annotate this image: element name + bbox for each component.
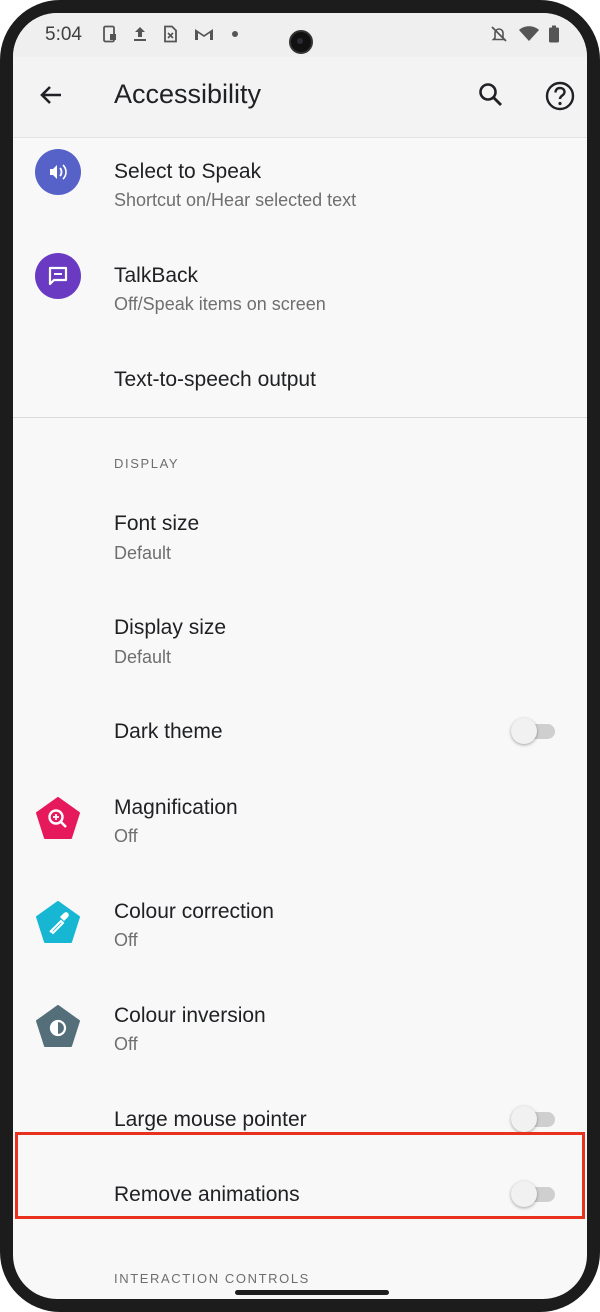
upload-icon: [134, 27, 146, 41]
large-mouse-pointer-toggle[interactable]: [511, 1105, 557, 1133]
back-arrow-icon[interactable]: [35, 79, 67, 111]
battery-icon: [549, 25, 559, 43]
item-title: Colour correction: [114, 900, 274, 923]
front-camera: [289, 30, 313, 54]
select-to-speak-item[interactable]: Select to Speak Shortcut on/Hear selecte…: [13, 138, 587, 236]
help-icon[interactable]: [543, 79, 577, 113]
dot-icon: [232, 31, 238, 37]
colour-correction-item[interactable]: Colour correction Off: [13, 878, 587, 976]
colour-inversion-icon: [36, 1005, 80, 1047]
status-bar: 5:04: [13, 13, 587, 57]
status-time: 5:04: [45, 24, 82, 45]
toggle-thumb: [511, 1106, 537, 1132]
tts-output-item[interactable]: Text-to-speech output: [13, 346, 587, 408]
item-subtitle: Off: [114, 930, 138, 950]
item-title: Dark theme: [114, 720, 223, 743]
select-to-speak-icon: [35, 149, 81, 195]
item-title: Magnification: [114, 796, 238, 819]
item-subtitle: Default: [114, 647, 172, 667]
item-title: Display size: [114, 616, 227, 639]
item-subtitle: Off/Speak items on screen: [114, 294, 326, 314]
item-title: Large mouse pointer: [114, 1108, 307, 1131]
talkback-item[interactable]: TalkBack Off/Speak items on screen: [13, 242, 587, 340]
screen: 5:04 Accessibility Select to Speak Short…: [13, 13, 587, 1299]
display-size-item[interactable]: Display size Default: [13, 594, 587, 692]
app-bar: Accessibility: [13, 57, 587, 138]
toggle-thumb: [511, 718, 537, 744]
wifi-icon: [519, 26, 539, 41]
search-icon[interactable]: [475, 79, 507, 111]
interaction-controls-section-header: INTERACTION CONTROLS: [114, 1271, 310, 1286]
item-title: Colour inversion: [114, 1004, 266, 1027]
item-subtitle: Off: [114, 826, 138, 846]
dark-theme-toggle[interactable]: [511, 717, 557, 745]
item-title: TalkBack: [114, 264, 199, 287]
dark-theme-item[interactable]: Dark theme: [13, 698, 587, 766]
item-title: Font size: [114, 512, 200, 535]
font-size-item[interactable]: Font size Default: [13, 490, 587, 588]
display-section-header: DISPLAY: [114, 456, 180, 471]
mute-icon: [491, 26, 507, 42]
gmail-icon: [195, 29, 213, 40]
phone-frame: 5:04 Accessibility Select to Speak Short…: [0, 0, 600, 1312]
colour-correction-icon: [36, 901, 80, 943]
sim-icon: [164, 25, 177, 43]
magnification-item[interactable]: Magnification Off: [13, 774, 587, 872]
item-title: Text-to-speech output: [114, 368, 316, 391]
item-subtitle: Default: [114, 543, 172, 563]
gesture-nav-pill[interactable]: [235, 1290, 389, 1295]
magnification-icon: [36, 797, 80, 839]
item-title: Select to Speak: [114, 160, 262, 183]
device-icon: [103, 25, 116, 43]
colour-inversion-item[interactable]: Colour inversion Off: [13, 982, 587, 1080]
talkback-icon: [35, 253, 81, 299]
section-divider: [13, 417, 587, 418]
highlight-box: [15, 1132, 585, 1219]
item-subtitle: Off: [114, 1034, 138, 1054]
page-title: Accessibility: [114, 79, 262, 109]
item-subtitle: Shortcut on/Hear selected text: [114, 190, 357, 210]
